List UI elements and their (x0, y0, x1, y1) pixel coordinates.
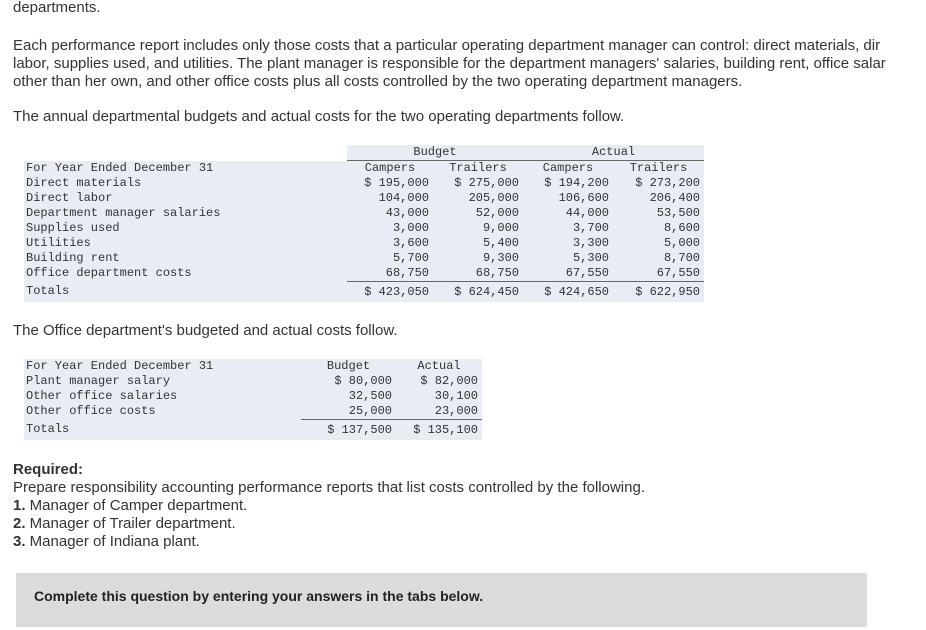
cell: 32,500 (301, 389, 396, 404)
cell: 5,300 (523, 251, 613, 266)
cell: 9,000 (433, 221, 523, 236)
office-cost-table: For Year Ended December 31 Budget Actual… (24, 359, 482, 440)
row-header: For Year Ended December 31 (24, 359, 301, 374)
cell: 30,100 (396, 389, 482, 404)
intro-line-3: other than her own, and other office cos… (13, 73, 743, 90)
instruction-bar: Complete this question by entering your … (16, 573, 867, 627)
row-label: Direct materials (24, 176, 347, 191)
row-label: Department manager salaries (24, 206, 347, 221)
table-row: Other office salaries 32,500 30,100 (24, 389, 482, 404)
cell: 5,400 (433, 236, 523, 251)
row-label: Other office salaries (24, 389, 301, 404)
cell: $ 82,000 (396, 374, 482, 389)
item-number: 3. (13, 533, 26, 550)
row-label: Supplies used (24, 221, 347, 236)
required-title: Required: (13, 461, 84, 478)
group-header-row: Budget Actual (24, 145, 704, 161)
totals-label: Totals (24, 281, 347, 302)
dept-intro: The annual departmental budgets and actu… (13, 108, 625, 125)
table-row: Direct materials $ 195,000 $ 275,000 $ 1… (24, 176, 704, 191)
item-text: Manager of Indiana plant. (25, 533, 200, 550)
totals-row: Totals $ 137,500 $ 135,100 (24, 419, 482, 440)
row-label: Plant manager salary (24, 374, 301, 389)
cell: 9,300 (433, 251, 523, 266)
required-item-2: 2. Manager of Trailer department. (13, 515, 236, 533)
actual-group-header: Actual (523, 145, 704, 161)
total-cell: $ 423,050 (347, 281, 433, 302)
col-actual-trailers: Trailers (613, 160, 704, 176)
cell: 8,600 (613, 221, 704, 236)
office-intro: The Office department's budgeted and act… (13, 322, 398, 339)
cell: 206,400 (613, 191, 704, 206)
intro-line-2: labor, supplies used, and utilities. The… (13, 55, 886, 72)
item-text: Manager of Trailer department. (25, 515, 236, 532)
cell: $ 275,000 (433, 176, 523, 191)
cell: 68,750 (433, 266, 523, 282)
total-cell: $ 135,100 (396, 419, 482, 440)
cell: 25,000 (301, 404, 396, 420)
cell: 205,000 (433, 191, 523, 206)
column-header-row: For Year Ended December 31 Campers Trail… (24, 160, 704, 176)
table-row: Other office costs 25,000 23,000 (24, 404, 482, 420)
table-row: Department manager salaries 43,000 52,00… (24, 206, 704, 221)
cell: 67,550 (613, 266, 704, 282)
required-item-1: 1. Manager of Camper department. (13, 497, 247, 515)
row-label: Building rent (24, 251, 347, 266)
item-number: 1. (13, 497, 26, 514)
cell: $ 80,000 (301, 374, 396, 389)
row-label: Direct labor (24, 191, 347, 206)
total-cell: $ 137,500 (301, 419, 396, 440)
instruction-text: Complete this question by entering your … (34, 588, 484, 604)
col-actual: Actual (396, 359, 482, 374)
item-number: 2. (13, 515, 26, 532)
cell: 5,000 (613, 236, 704, 251)
cell: 106,600 (523, 191, 613, 206)
budget-group-header: Budget (347, 145, 523, 161)
col-actual-campers: Campers (523, 160, 613, 176)
table-row: Plant manager salary $ 80,000 $ 82,000 (24, 374, 482, 389)
col-budget-campers: Campers (347, 160, 433, 176)
table-row: Direct labor 104,000 205,000 106,600 206… (24, 191, 704, 206)
cell: 53,500 (613, 206, 704, 221)
cell: 3,000 (347, 221, 433, 236)
cell: 104,000 (347, 191, 433, 206)
cell: $ 194,200 (523, 176, 613, 191)
totals-row: Totals $ 423,050 $ 624,450 $ 424,650 $ 6… (24, 281, 704, 302)
cell: 68,750 (347, 266, 433, 282)
row-label: Office department costs (24, 266, 347, 282)
intro-line-1: Each performance report includes only th… (13, 37, 881, 54)
cell: 67,550 (523, 266, 613, 282)
cell: 43,000 (347, 206, 433, 221)
cell: 52,000 (433, 206, 523, 221)
col-budget-trailers: Trailers (433, 160, 523, 176)
cell: 3,300 (523, 236, 613, 251)
total-cell: $ 622,950 (613, 281, 704, 302)
cell: 3,700 (523, 221, 613, 236)
table-row: Supplies used 3,000 9,000 3,700 8,600 (24, 221, 704, 236)
cell: $ 195,000 (347, 176, 433, 191)
intro-fragment: departments. (13, 0, 101, 16)
total-cell: $ 424,650 (523, 281, 613, 302)
cell: 8,700 (613, 251, 704, 266)
column-header-row: For Year Ended December 31 Budget Actual (24, 359, 482, 374)
total-cell: $ 624,450 (433, 281, 523, 302)
cell: 5,700 (347, 251, 433, 266)
row-label: Utilities (24, 236, 347, 251)
required-item-3: 3. Manager of Indiana plant. (13, 533, 200, 551)
cell: 44,000 (523, 206, 613, 221)
totals-label: Totals (24, 419, 301, 440)
row-header: For Year Ended December 31 (24, 160, 347, 176)
row-label: Other office costs (24, 404, 301, 420)
table-row: Office department costs 68,750 68,750 67… (24, 266, 704, 282)
cell: 3,600 (347, 236, 433, 251)
col-budget: Budget (301, 359, 396, 374)
dept-cost-table: Budget Actual For Year Ended December 31… (24, 145, 704, 302)
cell: 23,000 (396, 404, 482, 420)
required-text: Prepare responsibility accounting perfor… (13, 479, 645, 496)
item-text: Manager of Camper department. (25, 497, 248, 514)
table-row: Utilities 3,600 5,400 3,300 5,000 (24, 236, 704, 251)
table-row: Building rent 5,700 9,300 5,300 8,700 (24, 251, 704, 266)
cell: $ 273,200 (613, 176, 704, 191)
